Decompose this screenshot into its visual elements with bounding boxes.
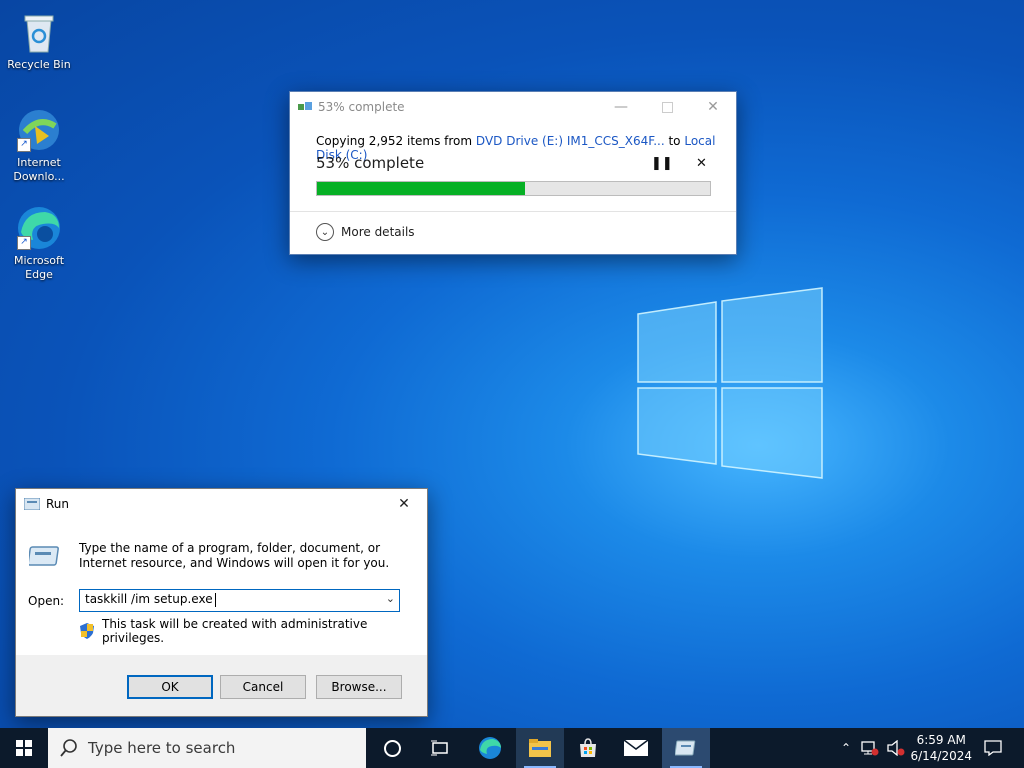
copy-prefix: Copying 2,952 items from — [316, 134, 473, 148]
taskbar: Type here to search ⌃ 6:59 AM 6/14/2024 — [0, 728, 1024, 768]
close-button[interactable]: ✕ — [690, 92, 736, 122]
run-dialog-titlebar: Run ✕ — [16, 489, 427, 519]
shortcut-arrow-icon: ↗ — [17, 236, 31, 250]
taskbar-run-button[interactable] — [662, 728, 710, 768]
close-icon: ✕ — [398, 496, 410, 512]
notifications-button[interactable] — [976, 728, 1010, 768]
desktop-icon-microsoft-edge[interactable]: ↗ Microsoft Edge — [1, 204, 77, 282]
maximize-icon — [661, 101, 673, 113]
clock-date: 6/14/2024 — [910, 749, 972, 763]
task-view-button[interactable] — [416, 728, 464, 768]
cancel-copy-button[interactable]: ✕ — [696, 156, 707, 171]
open-label: Open: — [28, 594, 65, 608]
file-copy-dialog: 53% complete — ✕ Copying 2,952 items fro… — [289, 91, 737, 255]
close-icon: ✕ — [696, 156, 707, 171]
browse-button[interactable]: Browse... — [316, 675, 402, 699]
maximize-button[interactable] — [644, 92, 690, 122]
system-clock[interactable]: 6:59 AM 6/14/2024 — [910, 732, 972, 764]
run-dialog-body: Type the name of a program, folder, docu… — [16, 519, 427, 655]
run-dialog-title: Run — [46, 497, 70, 511]
taskbar-search-box[interactable]: Type here to search — [48, 728, 366, 768]
to-word: to — [668, 134, 681, 148]
copy-dialog-app-icon — [298, 102, 312, 112]
task-view-cortana-button[interactable] — [368, 728, 416, 768]
search-placeholder: Type here to search — [88, 739, 236, 757]
recycle-bin-icon — [15, 8, 63, 56]
notification-icon — [984, 740, 1002, 756]
cancel-button[interactable]: Cancel — [220, 675, 306, 699]
admin-note-text: This task will be created with administr… — [102, 617, 368, 645]
close-icon: ✕ — [707, 99, 719, 115]
minimize-button[interactable]: — — [598, 92, 644, 122]
copy-dialog-title: 53% complete — [318, 100, 405, 114]
shortcut-arrow-icon: ↗ — [17, 138, 31, 152]
pause-icon: ❚❚ — [651, 156, 673, 171]
desktop-icon-internet-download-manager[interactable]: ↗ Internet Downlo... — [1, 106, 77, 184]
windows-logo-wallpaper — [637, 287, 823, 479]
progress-bar-fill — [317, 182, 526, 195]
minimize-icon: — — [614, 99, 628, 115]
windows-icon — [16, 740, 32, 756]
chevron-up-icon: ⌃ — [840, 741, 852, 755]
shield-icon — [80, 623, 94, 639]
folder-icon — [529, 739, 551, 757]
progress-bar — [316, 181, 711, 196]
desktop-icon-recycle-bin[interactable]: Recycle Bin — [1, 8, 77, 72]
taskbar-mail-button[interactable] — [612, 728, 660, 768]
internet-download-manager-icon: ↗ — [15, 106, 63, 154]
copy-dialog-titlebar: 53% complete — ✕ — [290, 92, 736, 122]
chevron-down-icon[interactable]: ⌄ — [386, 592, 395, 605]
close-button[interactable]: ✕ — [381, 489, 427, 519]
pause-button[interactable]: ❚❚ — [651, 156, 673, 171]
taskbar-store-button[interactable] — [564, 728, 612, 768]
divider — [290, 211, 736, 212]
edge-icon — [479, 737, 501, 759]
run-app-icon — [24, 498, 40, 510]
desktop-icon-label: Recycle Bin — [7, 58, 71, 71]
more-details-button[interactable]: ⌄ More details — [316, 223, 415, 241]
chevron-down-icon: ⌄ — [316, 223, 334, 241]
taskbar-edge-button[interactable] — [466, 728, 514, 768]
search-icon — [60, 739, 78, 757]
admin-note: This task will be created with administr… — [80, 617, 427, 645]
source-link[interactable]: DVD Drive (E:) IM1_CCS_X64F... — [476, 134, 665, 148]
mail-icon — [624, 740, 648, 756]
run-description: Type the name of a program, folder, docu… — [79, 541, 390, 570]
task-view-icon — [431, 740, 448, 756]
store-icon — [580, 738, 596, 757]
more-details-label: More details — [341, 225, 415, 239]
volume-muted-icon — [887, 740, 905, 756]
show-hidden-icons-button[interactable]: ⌃ — [836, 728, 856, 768]
cortana-circle-icon — [383, 739, 401, 757]
progress-status: 53% complete — [316, 154, 425, 172]
network-status-button[interactable] — [858, 728, 882, 768]
text-caret — [214, 592, 216, 607]
clock-time: 6:59 AM — [916, 733, 966, 747]
edge-icon: ↗ — [15, 204, 63, 252]
run-dialog: Run ✕ Type the name of a program, folder… — [15, 488, 428, 717]
open-input[interactable]: taskkill /im setup.exe — [85, 592, 216, 607]
network-icon — [861, 741, 879, 756]
start-button[interactable] — [0, 728, 48, 768]
run-app-icon — [675, 740, 696, 756]
volume-button[interactable] — [884, 728, 908, 768]
open-combobox[interactable]: taskkill /im setup.exe ⌄ — [79, 589, 400, 612]
desktop-icon-label: Microsoft Edge — [13, 254, 65, 281]
taskbar-file-explorer-button[interactable] — [516, 728, 564, 768]
desktop-icon-label: Internet Downlo... — [13, 156, 65, 183]
run-program-icon — [27, 543, 61, 572]
ok-button[interactable]: OK — [127, 675, 213, 699]
